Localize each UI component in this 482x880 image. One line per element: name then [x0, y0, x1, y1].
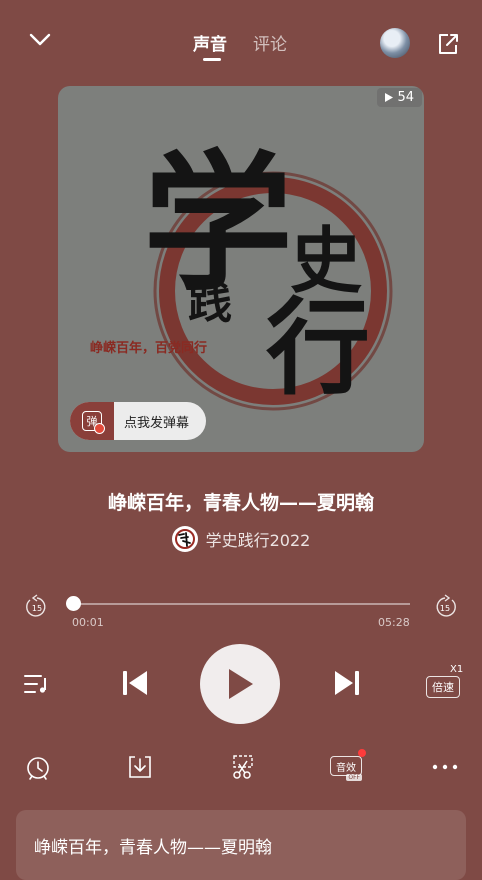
speed-value: X1	[450, 664, 464, 675]
author-logo-icon	[174, 529, 195, 549]
alarm-clock-icon	[27, 757, 49, 780]
chevron-down-icon	[29, 33, 51, 46]
speed-label: 倍速	[426, 676, 460, 698]
progress-bar[interactable]	[72, 603, 410, 605]
send-danmaku-button[interactable]: 弹 点我发弹幕	[70, 402, 206, 440]
more-icon	[432, 764, 458, 770]
sound-effect-button[interactable]: 音效 OFF	[330, 749, 366, 782]
skip-previous-icon	[123, 671, 147, 695]
current-time: 00:01	[72, 616, 104, 629]
more-button[interactable]	[430, 752, 460, 782]
album-cover[interactable]: 学 史 践 行 峥嵘百年，百党同行 54 弹 点我发弹幕	[58, 86, 424, 452]
forward-15-icon: 15	[436, 594, 456, 617]
rewind-15-icon: 15	[26, 594, 46, 617]
play-button[interactable]	[200, 644, 280, 724]
share-icon	[439, 34, 458, 54]
scissors-icon	[233, 755, 253, 779]
cover-subtitle: 峥嵘百年，百党同行	[90, 340, 207, 356]
notification-dot	[358, 749, 366, 757]
tab-comments[interactable]: 评论	[253, 30, 287, 55]
sound-effect-label: 音效	[330, 756, 362, 776]
user-avatar[interactable]	[380, 28, 410, 58]
sleep-timer-button[interactable]	[23, 752, 53, 782]
previous-track-button[interactable]	[118, 666, 152, 700]
author-row[interactable]: 学史践行2022	[0, 526, 482, 552]
download-button[interactable]	[125, 752, 155, 782]
tab-sound[interactable]: 声音	[193, 30, 227, 55]
playlist-button[interactable]	[22, 670, 52, 698]
progress-handle[interactable]	[66, 596, 81, 611]
svg-text:15: 15	[32, 604, 42, 613]
cover-artwork: 学 史 践 行 峥嵘百年，百党同行	[90, 136, 393, 411]
playlist-icon	[24, 675, 46, 693]
track-title: 峥嵘百年，青春人物——夏明翰	[107, 492, 374, 514]
episode-info-card[interactable]: 峥嵘百年，青春人物——夏明翰	[16, 810, 466, 880]
playback-speed-button[interactable]: X1 倍速	[426, 664, 464, 702]
rewind-15-button[interactable]: 15	[24, 594, 50, 620]
skip-next-icon	[335, 671, 359, 695]
tab-active-indicator	[203, 58, 221, 61]
author-avatar[interactable]	[171, 526, 198, 552]
danmaku-icon: 弹	[70, 402, 114, 440]
total-time: 05:28	[378, 616, 410, 629]
next-track-button[interactable]	[330, 666, 364, 700]
clip-button[interactable]	[228, 752, 258, 782]
play-small-icon	[385, 93, 394, 102]
author-name[interactable]: 学史践行2022	[206, 527, 311, 551]
forward-15-button[interactable]: 15	[432, 594, 458, 620]
cover-char-jian: 践	[188, 278, 232, 329]
cover-char-xing: 行	[266, 286, 370, 409]
svg-text:15: 15	[440, 604, 450, 613]
top-bar: 声音 评论	[0, 0, 482, 90]
episode-card-title: 峥嵘百年，青春人物——夏明翰	[34, 838, 272, 858]
collapse-button[interactable]	[24, 26, 56, 54]
sound-effect-state: OFF	[346, 774, 362, 781]
danmaku-label: 点我发弹幕	[124, 415, 190, 431]
play-count-badge: 54	[377, 88, 422, 107]
play-icon	[229, 669, 253, 699]
download-icon	[129, 756, 151, 778]
share-button[interactable]	[434, 30, 462, 58]
play-count: 54	[397, 90, 414, 105]
